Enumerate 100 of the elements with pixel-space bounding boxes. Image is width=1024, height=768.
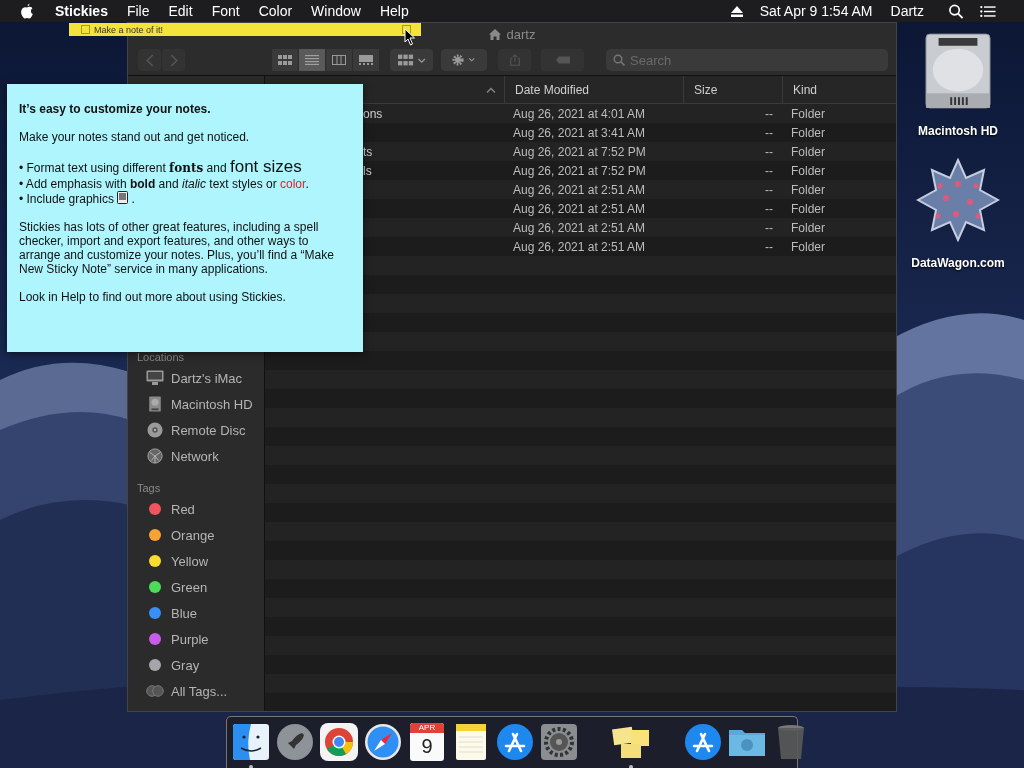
- sticky-note-title: Make a note of it!: [94, 24, 165, 35]
- table-cell: --: [765, 125, 773, 140]
- sidebar-item[interactable]: Network: [128, 443, 264, 469]
- table-cell: ls: [363, 163, 372, 178]
- cursor-icon: [404, 28, 416, 46]
- table-cell: Aug 26, 2021 at 7:52 PM: [513, 144, 646, 159]
- calendar-icon[interactable]: APR 9: [410, 723, 444, 761]
- table-cell: --: [765, 201, 773, 216]
- table-cell: Folder: [791, 182, 825, 197]
- grid-dropdown-icon: [397, 54, 426, 66]
- list-icon[interactable]: [980, 3, 996, 19]
- table-cell: Aug 26, 2021 at 2:51 AM: [513, 220, 646, 235]
- hard-drive-icon[interactable]: [925, 32, 991, 110]
- sidebar-heading: Tags: [136, 481, 162, 496]
- search-icon: [613, 54, 625, 66]
- apple-logo-icon[interactable]: [20, 3, 34, 19]
- sidebar-item[interactable]: Yellow: [128, 548, 264, 574]
- menu-item[interactable]: Color: [258, 3, 293, 19]
- table-cell: ts: [363, 144, 373, 159]
- view-mode-button[interactable]: [272, 49, 298, 71]
- ring-logo-icon[interactable]: [319, 722, 359, 762]
- table-cell: --: [765, 144, 773, 159]
- sidebar-item[interactable]: Purple: [128, 626, 264, 652]
- sidebar-item[interactable]: Blue: [128, 600, 264, 626]
- desktop-icon-label[interactable]: DataWagon.com: [911, 256, 1005, 270]
- sidebar-item[interactable]: Dartz's iMac: [128, 365, 264, 391]
- user-name[interactable]: Dartz: [890, 3, 924, 19]
- sidebar-item[interactable]: Orange: [128, 522, 264, 548]
- group-button[interactable]: [390, 49, 433, 71]
- chevron-right-icon: [169, 53, 178, 67]
- menu-item[interactable]: Edit: [168, 3, 193, 19]
- gallery-icon: [359, 54, 373, 66]
- table-cell: Folder: [791, 201, 825, 216]
- menu-item[interactable]: Stickies: [55, 3, 108, 19]
- sidebar-item[interactable]: Remote Disc: [128, 417, 264, 443]
- column-header[interactable]: Kind: [783, 76, 896, 103]
- sidebar-item[interactable]: Red: [128, 496, 264, 522]
- grid-icon: [278, 54, 292, 66]
- menu-item[interactable]: Font: [211, 3, 240, 19]
- overlapping-circles-icon: [146, 683, 164, 699]
- compass-icon[interactable]: [363, 722, 403, 762]
- menu-item[interactable]: Help: [379, 3, 409, 19]
- rocket-icon[interactable]: [275, 722, 315, 762]
- image-icon: [117, 191, 129, 204]
- table-cell: ons: [363, 106, 383, 121]
- note-text: • Include graphics .: [19, 191, 136, 206]
- share-icon: [507, 54, 522, 66]
- globe-icon: [146, 448, 164, 464]
- table-cell: Aug 26, 2021 at 2:51 AM: [513, 201, 646, 216]
- note-text: Stickies has lots of other great features, including a spell checker, import and export features, and other ways to arrange and customize your notes. Plus, you’ll find a “Make New Sticky Note” service in many applications.: [19, 220, 335, 276]
- note-text: • Add emphasis with bold and italic text styles or color.: [19, 177, 310, 191]
- gear-dropdown-icon: [450, 54, 478, 66]
- table-cell: Aug 26, 2021 at 2:51 AM: [513, 182, 646, 197]
- hard-drive-icon: [146, 396, 164, 412]
- star-icon[interactable]: [916, 158, 1000, 242]
- gear-icon[interactable]: [539, 722, 579, 762]
- sidebar-item[interactable]: All Tags...: [128, 678, 264, 704]
- table-cell: --: [765, 106, 773, 121]
- table-cell: Aug 26, 2021 at 2:51 AM: [513, 239, 646, 254]
- view-mode-button[interactable]: [326, 49, 352, 71]
- menu-item[interactable]: File: [126, 3, 150, 19]
- note-text: Make your notes stand out and get noticed.: [19, 130, 251, 144]
- smiling-face-icon[interactable]: [231, 722, 271, 762]
- calendar-day: 9: [421, 733, 433, 759]
- sidebar-item[interactable]: Green: [128, 574, 264, 600]
- table-cell: Folder: [791, 125, 825, 140]
- chevron-left-icon: [145, 53, 154, 67]
- table-cell: Folder: [791, 144, 825, 159]
- search-icon[interactable]: [948, 3, 964, 19]
- table-cell: Aug 26, 2021 at 3:41 AM: [513, 125, 646, 140]
- view-mode-button[interactable]: [299, 49, 325, 71]
- column-header[interactable]: Date Modified: [505, 76, 684, 103]
- app-store-icon[interactable]: [495, 722, 535, 762]
- table-cell: Aug 26, 2021 at 7:52 PM: [513, 163, 646, 178]
- disc-icon: [146, 422, 164, 438]
- sidebar-item[interactable]: Macintosh HD: [128, 391, 264, 417]
- clock-text[interactable]: Sat Apr 9 1:54 AM: [759, 3, 873, 19]
- tag-icon: [555, 54, 570, 66]
- eject-icon[interactable]: [730, 5, 743, 17]
- desktop-icon-label[interactable]: Macintosh HD: [918, 124, 998, 138]
- sidebar-heading: Locations: [136, 350, 186, 365]
- app-store-icon[interactable]: [683, 722, 723, 762]
- house-icon: [488, 28, 501, 40]
- column-header[interactable]: Size: [684, 76, 783, 103]
- collapsed-sticky-note[interactable]: Make a note of it!: [69, 23, 421, 36]
- view-mode-button[interactable]: [353, 49, 379, 71]
- menu-item[interactable]: Window: [311, 3, 361, 19]
- table-cell: --: [765, 163, 773, 178]
- table-cell: Folder: [791, 239, 825, 254]
- table-cell: Folder: [791, 106, 825, 121]
- columns-icon: [332, 54, 346, 66]
- window-title: dartz: [488, 26, 536, 42]
- action-button[interactable]: [441, 49, 487, 71]
- note-text: Look in Help to find out more about using Stickies.: [19, 290, 287, 304]
- note-heading: It’s easy to customize your notes.: [19, 102, 212, 116]
- table-cell: --: [765, 239, 773, 254]
- table-cell: --: [765, 182, 773, 197]
- table-cell: --: [765, 220, 773, 235]
- sidebar-item[interactable]: Gray: [128, 652, 264, 678]
- sort-caret-icon[interactable]: [486, 86, 496, 93]
